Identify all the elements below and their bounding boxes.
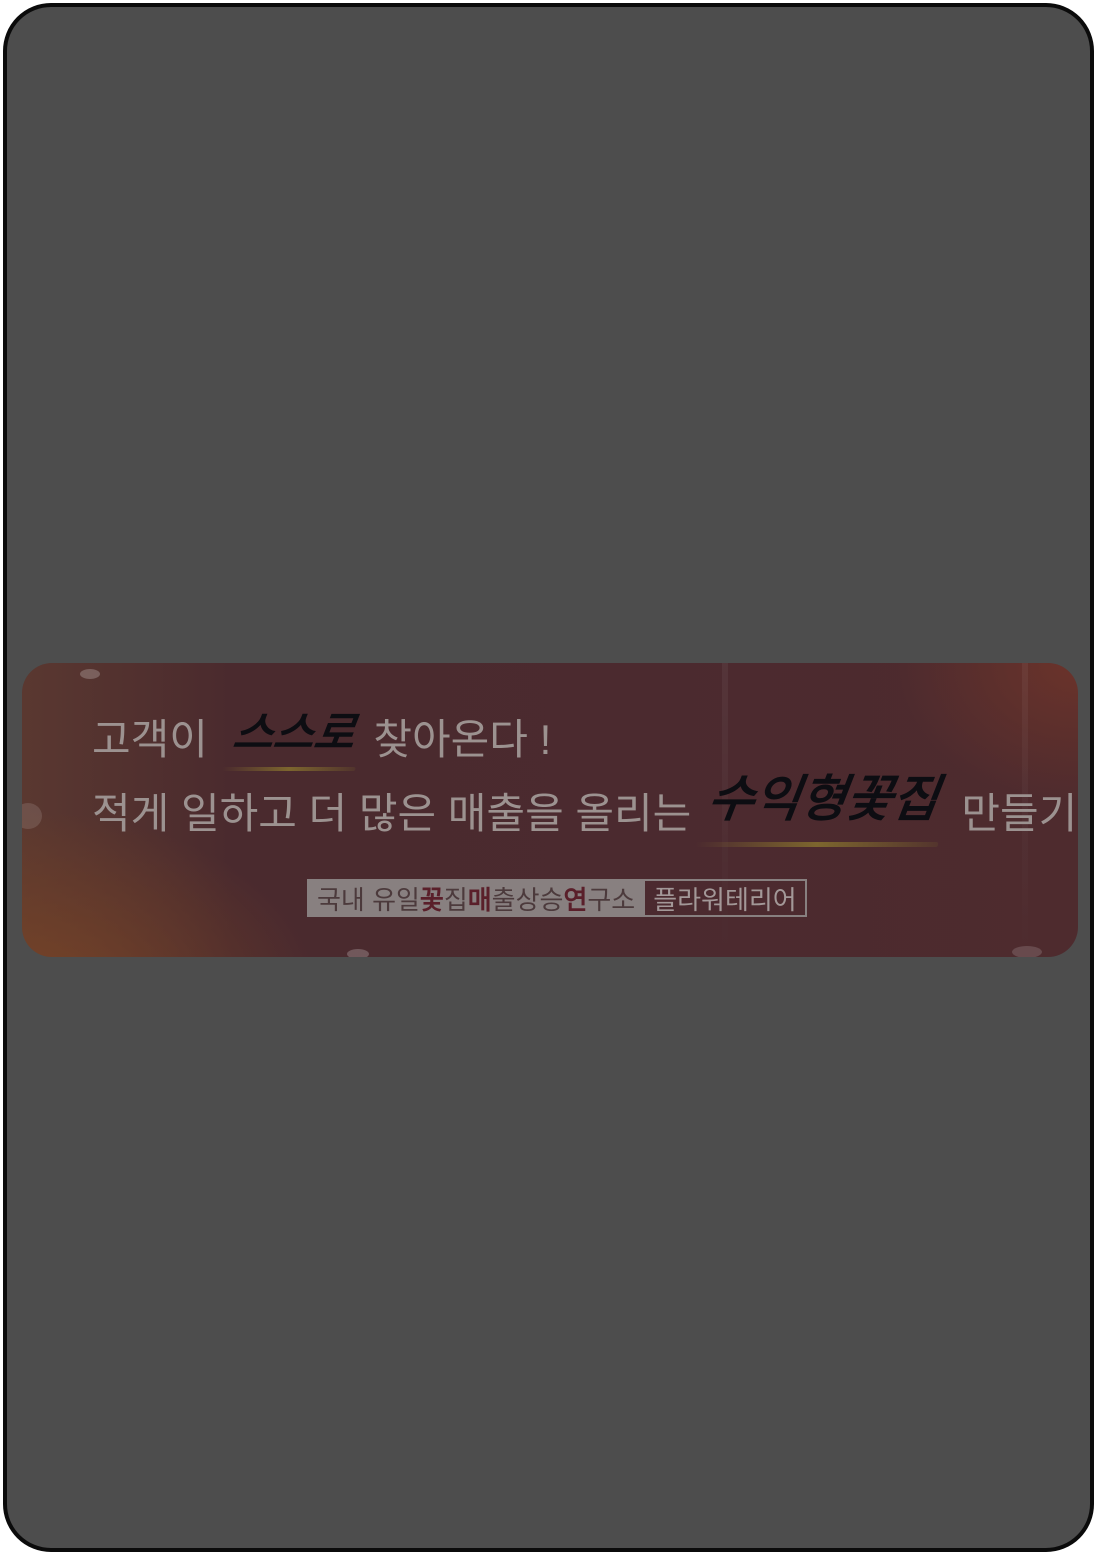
tagline-part: 출상승 [491, 884, 564, 915]
emphasis-text: 수익형꽃집 [704, 769, 943, 828]
bokeh-light [347, 949, 369, 957]
banner-headline-2: 적게 일하고 더 많은 매출을 올리는 수익형꽃집 만들기 [92, 769, 1078, 847]
headline-2-text: 적게 일하고 더 많은 매출을 올리는 [92, 790, 692, 837]
tagline-highlight: 꽃 [419, 884, 444, 915]
banner-tagline: 국내 유일 꽃집 매 출상승 연 구소 플라워테리어 [307, 879, 807, 917]
device-frame: 고객이 스스로 찾아온다 ! 적게 일하고 더 많은 매출을 올리는 수익형꽃집… [3, 3, 1094, 1552]
headline-1-emphasis: 스스로 [222, 697, 359, 771]
tagline-part: 집 [443, 884, 468, 915]
bokeh-light [80, 669, 100, 679]
promo-banner[interactable]: 고객이 스스로 찾아온다 ! 적게 일하고 더 많은 매출을 올리는 수익형꽃집… [22, 663, 1078, 957]
headline-1-text: 고객이 [92, 716, 208, 763]
tagline-highlight: 연 [563, 884, 588, 915]
headline-2-emphasis: 수익형꽃집 [696, 759, 944, 847]
tagline-part: 구소 [587, 884, 636, 915]
headline-2-text-after: 만들기 [961, 790, 1078, 837]
banner-headline-1: 고객이 스스로 찾아온다 ! [92, 703, 551, 771]
tagline-part: 국내 유일 [317, 884, 420, 915]
tagline-highlight: 매 [467, 884, 492, 915]
tagline-description: 국내 유일 꽃집 매 출상승 연 구소 [307, 879, 644, 917]
brand-name: 플라워테리어 [643, 879, 807, 917]
headline-1-text-after: 찾아온다 ! [373, 716, 552, 763]
emphasis-text: 스스로 [229, 708, 359, 759]
brush-underline [696, 842, 939, 847]
bokeh-light [22, 803, 42, 829]
